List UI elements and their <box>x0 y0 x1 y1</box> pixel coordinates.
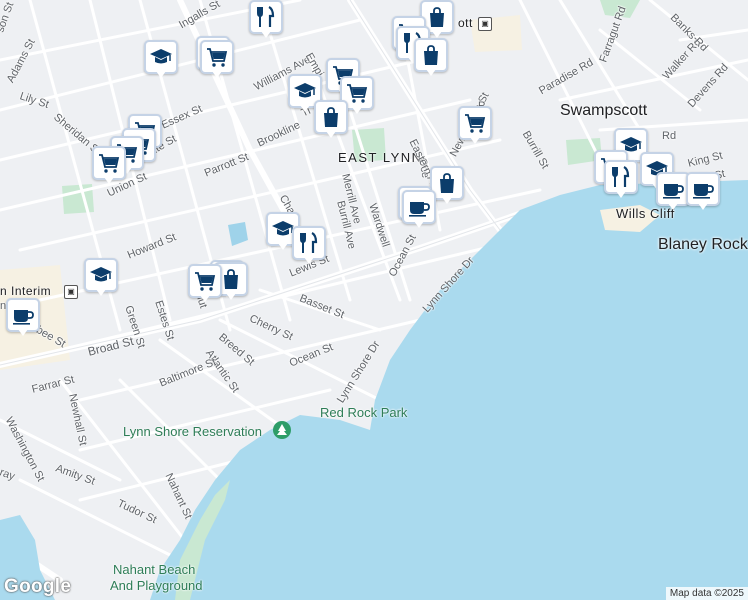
fork-knife-icon <box>292 226 326 260</box>
label-station: ott <box>458 16 473 30</box>
label-east-lynn: EAST LYNN <box>338 150 423 165</box>
shopping-cart-icon <box>458 106 492 140</box>
poi-pin-grocery[interactable] <box>188 264 222 306</box>
street-label: Rd <box>662 130 677 142</box>
coffee-cup-icon <box>6 298 40 332</box>
pin-tail <box>278 243 288 250</box>
fork-knife-icon <box>249 0 283 34</box>
label-swampscott: Swampscott <box>560 102 648 119</box>
pin-tail <box>668 203 678 210</box>
label-nahant-beach-1: Nahant Beach <box>113 562 196 577</box>
poi-pin-grocery[interactable] <box>92 146 126 188</box>
coffee-cup-icon <box>686 172 720 206</box>
coffee-cup-icon <box>402 190 436 224</box>
poi-pin-dining[interactable] <box>292 226 326 268</box>
shopping-bag-icon <box>314 100 348 134</box>
pin-tail <box>616 191 626 198</box>
shopping-cart-icon <box>200 40 234 74</box>
train-station-icon[interactable]: ▣ <box>478 17 492 31</box>
poi-pin-education[interactable] <box>144 40 178 82</box>
poi-pin-cafe[interactable] <box>686 172 720 214</box>
pin-tail <box>226 293 236 300</box>
poi-pin-cafe[interactable] <box>656 172 690 214</box>
coffee-cup-icon <box>656 172 690 206</box>
pin-tail <box>304 257 314 264</box>
pin-tail <box>96 289 106 296</box>
label-lynn-interim: n Interim <box>0 284 52 298</box>
pin-tail <box>326 131 336 138</box>
pin-tail <box>698 203 708 210</box>
map-canvas[interactable] <box>0 0 748 600</box>
pin-tail <box>18 329 28 336</box>
pin-tail <box>156 71 166 78</box>
pin-tail <box>212 71 222 78</box>
label-blaney-rock: Blaney Rock <box>658 236 748 253</box>
shopping-bag-icon <box>414 38 448 72</box>
poi-pin-dining[interactable] <box>249 0 283 42</box>
pin-tail <box>432 31 442 38</box>
pin-tail <box>414 221 424 228</box>
pin-tail <box>200 295 210 302</box>
poi-pin-grocery[interactable] <box>458 106 492 148</box>
poi-pin-grocery[interactable] <box>200 40 234 82</box>
map-attribution[interactable]: Map data ©2025 <box>665 587 748 600</box>
pin-tail <box>470 137 480 144</box>
pin-tail <box>104 177 114 184</box>
pin-tail <box>261 31 271 38</box>
park-marker-icon[interactable] <box>273 421 291 439</box>
poi-pin-shopping[interactable] <box>314 100 348 142</box>
graduation-cap-icon <box>84 258 118 292</box>
label-nahant-beach-2: And Playground <box>110 578 203 593</box>
fork-knife-icon <box>604 160 638 194</box>
shopping-cart-icon <box>188 264 222 298</box>
pin-tail <box>426 69 436 76</box>
pin-tail <box>352 107 362 114</box>
graduation-cap-icon <box>144 40 178 74</box>
label-red-rock-park: Red Rock Park <box>320 405 408 420</box>
poi-pin-cafe[interactable] <box>402 190 436 232</box>
poi-pin-cafe[interactable] <box>6 298 40 340</box>
shopping-cart-icon <box>92 146 126 180</box>
pin-tail <box>300 105 310 112</box>
poi-pin-dining[interactable] <box>604 160 638 202</box>
poi-pin-education[interactable] <box>84 258 118 300</box>
poi-pin-shopping[interactable] <box>414 38 448 80</box>
label-lynn-shore-reservation: Lynn Shore Reservation <box>123 424 262 439</box>
train-station-icon[interactable]: ▣ <box>64 285 78 299</box>
google-logo[interactable]: Google <box>4 576 71 598</box>
pin-tail <box>442 197 452 204</box>
